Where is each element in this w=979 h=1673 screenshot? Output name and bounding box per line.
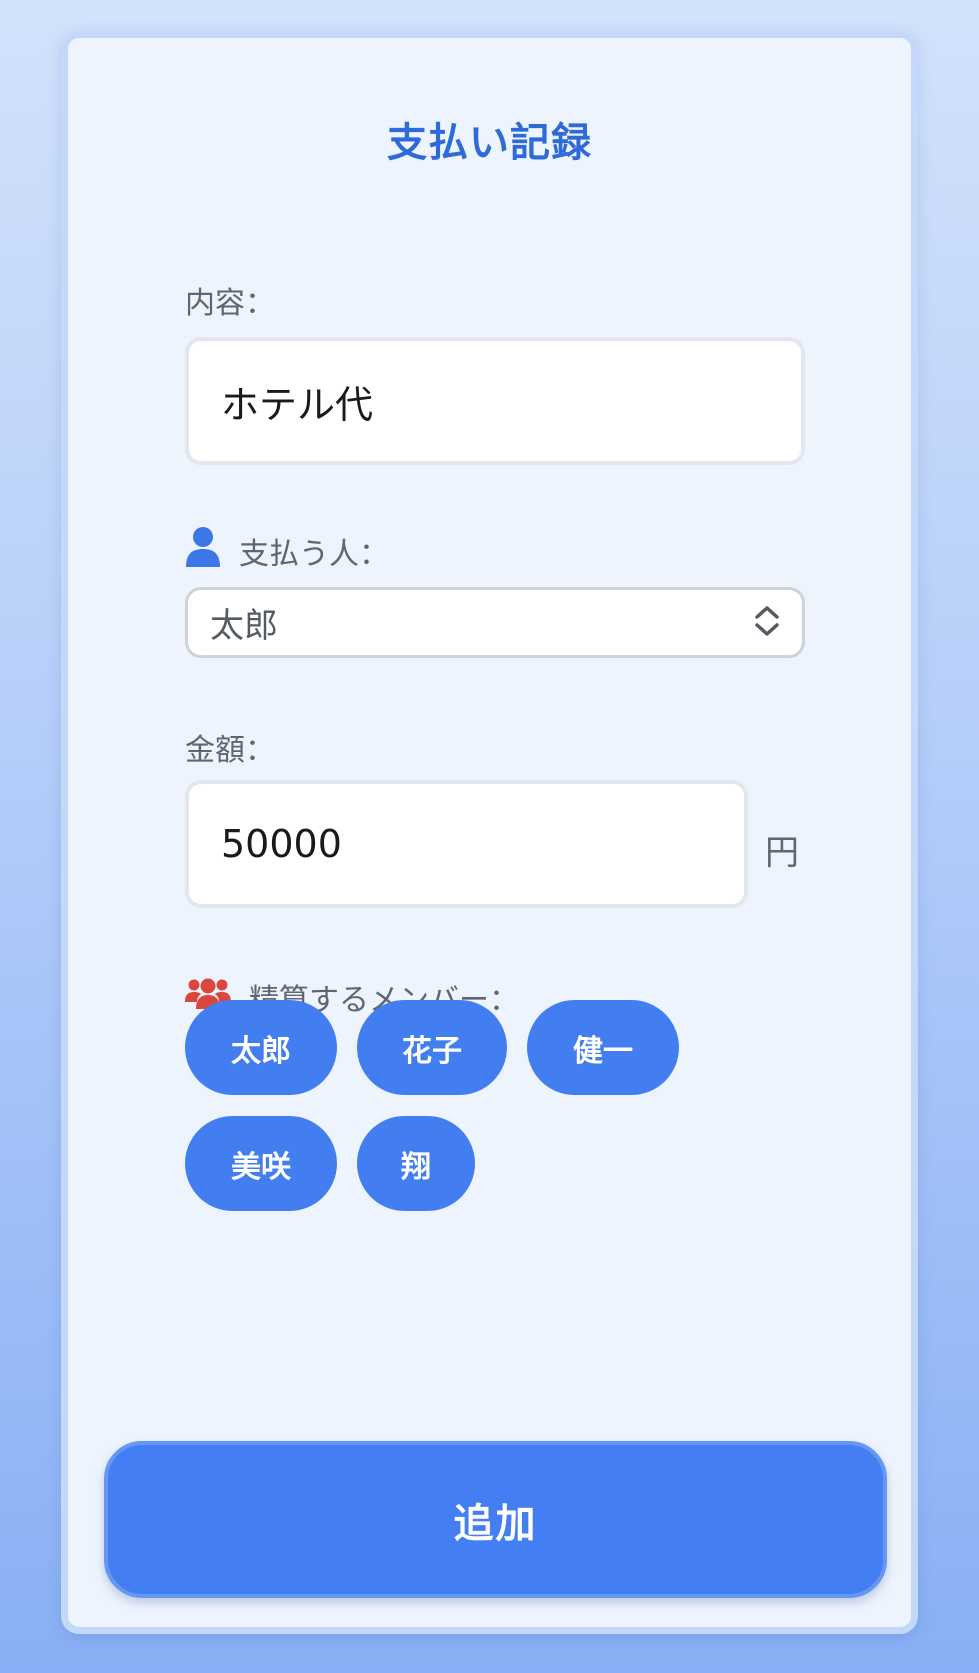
user-icon [185,526,221,576]
amount-input[interactable] [185,780,748,908]
add-button[interactable]: 追加 [104,1441,887,1598]
payer-select[interactable]: 太郎 [185,587,805,658]
currency-unit: 円 [765,833,799,873]
description-label-text: 内容： [185,286,275,321]
payment-form-card: 支払い記録 内容： 支払う人： 太郎 金額： 円 [61,31,918,1634]
member-chip-misaki[interactable]: 美咲 [185,1116,337,1211]
member-chip-kenichi[interactable]: 健一 [527,1000,679,1095]
member-chip-taro[interactable]: 太郎 [185,1000,337,1095]
member-chip-hanako[interactable]: 花子 [357,1000,507,1095]
payer-label: 支払う人： [185,526,389,576]
description-label: 内容： [185,278,275,322]
amount-label: 金額： [185,725,275,769]
payer-label-text: 支払う人： [239,537,389,572]
description-input[interactable] [185,337,805,465]
chevron-up-down-icon [752,603,782,643]
amount-label-text: 金額： [185,733,275,768]
payer-selected-value: 太郎 [210,606,278,646]
member-chip-sho[interactable]: 翔 [357,1116,475,1211]
page-title: 支払い記録 [387,120,592,166]
